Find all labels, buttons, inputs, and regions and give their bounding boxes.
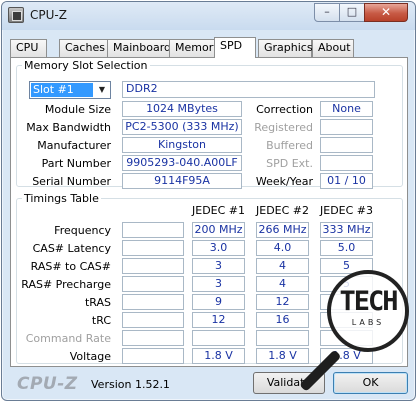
timings-table-title: Timings Table <box>24 192 99 205</box>
cpuz-logo: CPU-Z <box>17 374 78 394</box>
minimize-button[interactable]: – <box>314 3 340 22</box>
part-number-label: Part Number <box>41 157 111 170</box>
timings-cell: 200 MHz <box>192 222 245 238</box>
part-number-value: 9905293-040.A00LF <box>122 155 242 171</box>
timings-row-spacer-cell <box>122 330 184 346</box>
max-bandwidth-label: Max Bandwidth <box>26 121 111 134</box>
timings-cell <box>192 330 245 346</box>
timings-cell: 5.0 <box>320 240 373 256</box>
maximize-button[interactable]: □ <box>339 3 365 22</box>
buffered-value <box>320 137 373 153</box>
timings-cell: 4.0 <box>256 240 309 256</box>
timings-row-label: Frequency <box>54 224 111 237</box>
close-button[interactable]: ✕ <box>364 3 408 22</box>
watermark-magnifier: TECH LABS <box>327 270 409 352</box>
timings-row-label: CAS# Latency <box>32 242 111 255</box>
timings-cell: 9 <box>192 294 245 310</box>
timings-cell <box>256 330 309 346</box>
serial-number-value: 9114F95A <box>122 173 242 189</box>
chevron-down-icon[interactable]: ▼ <box>94 82 110 98</box>
timings-cell: 4 <box>256 258 309 274</box>
manufacturer-value: Kingston <box>122 137 242 153</box>
title-bar[interactable]: CPU-Z – □ ✕ <box>2 2 415 30</box>
week-year-value: 01 / 10 <box>320 173 373 189</box>
spd-ext-label: SPD Ext. <box>266 157 313 170</box>
timings-row-label: RAS# to CAS# <box>30 260 111 273</box>
timings-row-spacer-cell <box>122 240 184 256</box>
tab-memory[interactable]: Memory <box>169 39 220 57</box>
timings-cell: 333 MHz <box>320 222 373 238</box>
buffered-label: Buffered <box>266 139 313 152</box>
slot-select[interactable]: Slot #1 ▼ <box>29 81 111 99</box>
timings-cell: 4 <box>256 276 309 292</box>
timings-row-label: Voltage <box>69 350 111 363</box>
memory-type-value: DDR2 <box>122 81 375 98</box>
timings-cell: 16 <box>256 312 309 328</box>
spd-ext-value <box>320 155 373 171</box>
timings-cell: 12 <box>256 294 309 310</box>
max-bandwidth-value: PC2-5300 (333 MHz) <box>122 119 242 135</box>
serial-number-label: Serial Number <box>32 175 111 188</box>
watermark-sub: LABS <box>351 318 385 327</box>
timings-row-spacer-cell <box>122 258 184 274</box>
timings-row-label: tRAS <box>84 296 111 309</box>
tab-cpu[interactable]: CPU <box>10 39 47 57</box>
watermark-word: TECH <box>339 286 398 317</box>
timings-column-header: JEDEC #2 <box>256 204 310 217</box>
module-size-label: Module Size <box>44 103 111 116</box>
ok-button[interactable]: OK <box>333 372 408 394</box>
timings-column-header: JEDEC #1 <box>192 204 246 217</box>
correction-label: Correction <box>256 103 313 116</box>
timings-row-label: Command Rate <box>25 332 111 345</box>
cpuz-app-icon <box>8 7 24 23</box>
timings-cell: 3 <box>192 258 245 274</box>
timings-row-label: tRC <box>91 314 111 327</box>
timings-row-spacer-cell <box>122 348 184 364</box>
tab-mainboard[interactable]: Mainboard <box>107 39 171 57</box>
memory-slot-section-title: Memory Slot Selection <box>24 59 148 72</box>
slot-select-value: Slot #1 <box>31 83 93 97</box>
correction-value: None <box>320 101 373 117</box>
tab-spd[interactable]: SPD <box>214 37 256 58</box>
timings-cell: 1.8 V <box>256 348 309 364</box>
registered-label: Registered <box>254 121 313 134</box>
timings-row-spacer-cell <box>122 222 184 238</box>
registered-value <box>320 119 373 135</box>
timings-cell: 3.0 <box>192 240 245 256</box>
manufacturer-label: Manufacturer <box>37 139 111 152</box>
timings-row-spacer-cell <box>122 294 184 310</box>
tab-caches[interactable]: Caches <box>59 39 109 57</box>
window-title: CPU-Z <box>30 8 67 22</box>
timings-cell: 1.8 V <box>192 348 245 364</box>
timings-column-header: JEDEC #3 <box>320 204 374 217</box>
timings-cell: 3 <box>192 276 245 292</box>
version-label: Version 1.52.1 <box>91 378 170 391</box>
timings-row-label: RAS# Precharge <box>21 278 111 291</box>
week-year-label: Week/Year <box>255 175 313 188</box>
tab-graphics[interactable]: Graphics <box>258 39 313 57</box>
timings-cell: 266 MHz <box>256 222 309 238</box>
timings-row-spacer-cell <box>122 312 184 328</box>
module-size-value: 1024 MBytes <box>122 101 242 117</box>
timings-row-spacer-cell <box>122 276 184 292</box>
timings-cell: 12 <box>192 312 245 328</box>
tab-about[interactable]: About <box>312 39 354 57</box>
